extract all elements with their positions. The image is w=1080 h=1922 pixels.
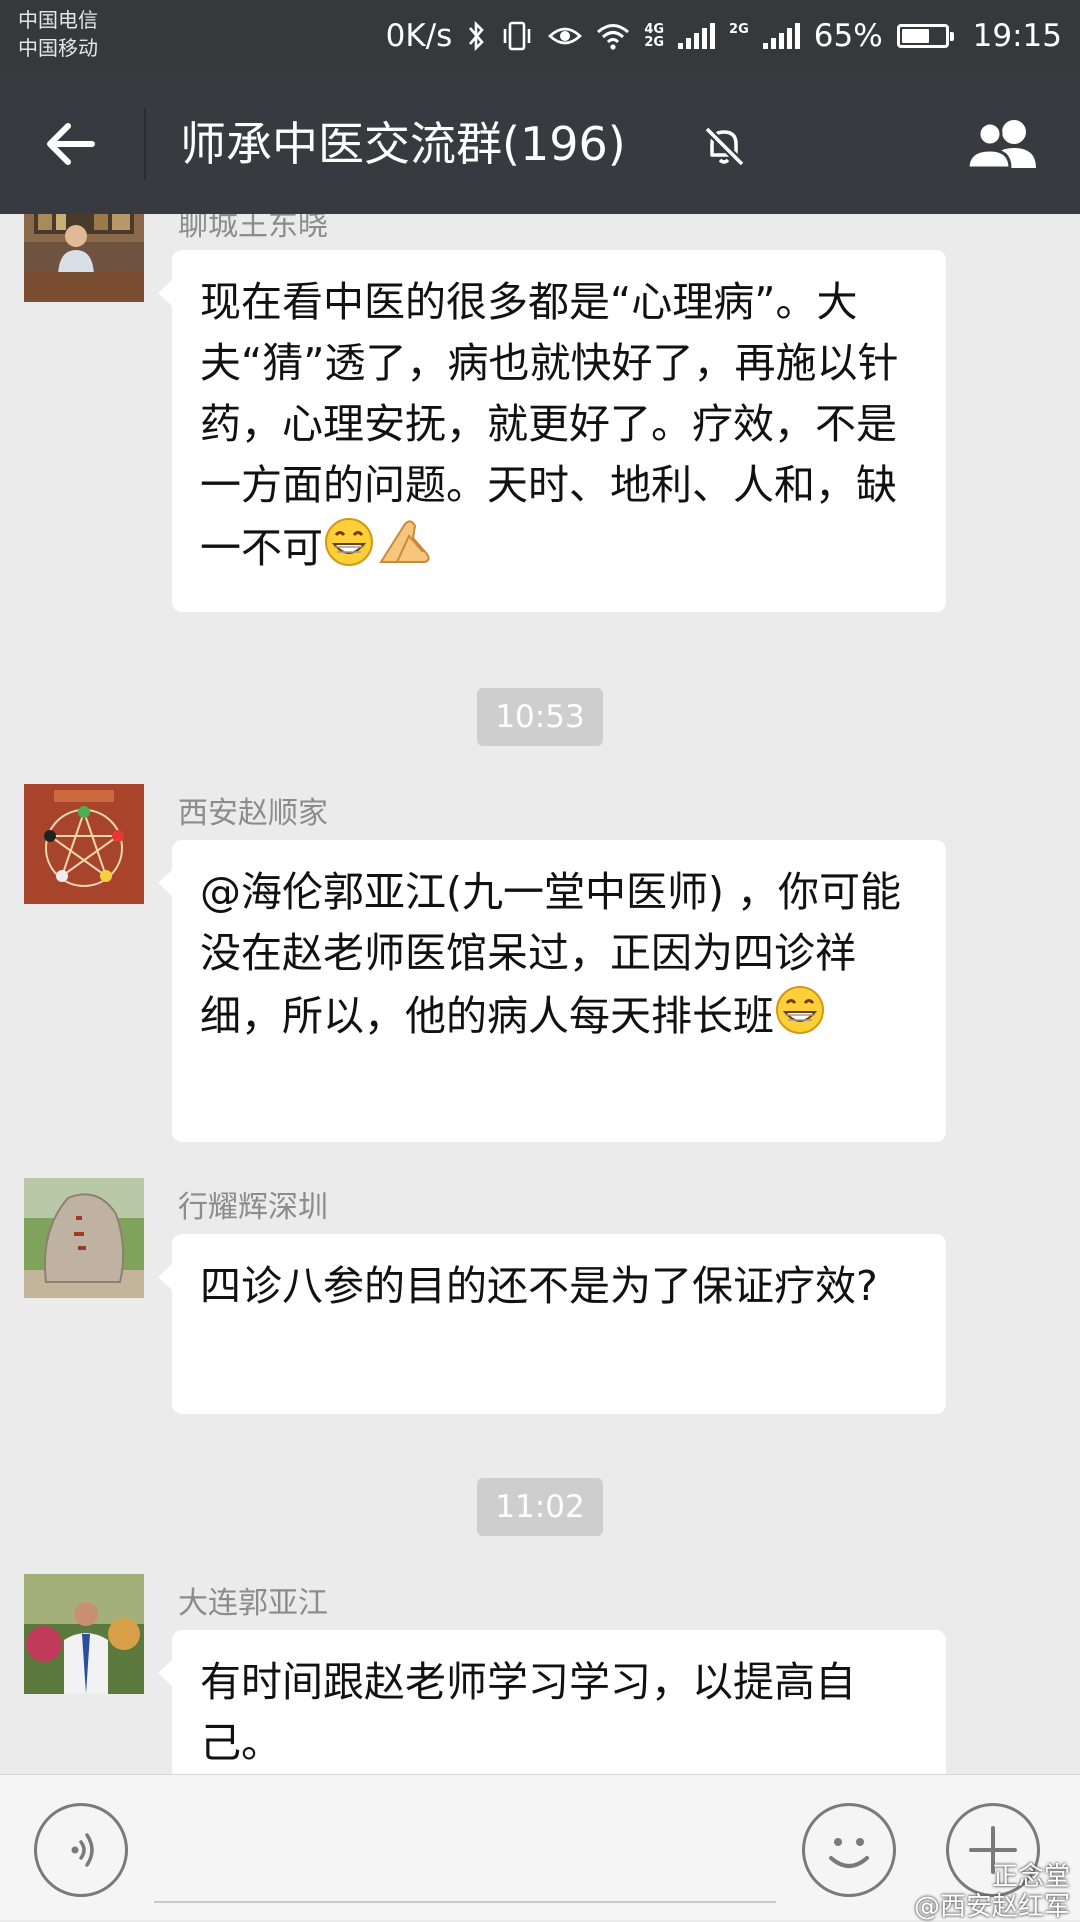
watermark-line-2: @西安赵红军: [913, 1892, 1070, 1922]
message-bubble[interactable]: 四诊八参的目的还不是为了保证疗效?: [158, 1234, 946, 1414]
arrow-left-icon: [47, 123, 95, 165]
grin-emoji: [774, 984, 826, 1053]
vibrate-icon: [504, 21, 531, 51]
avatar[interactable]: [24, 784, 144, 904]
carrier-2: 中国移动: [18, 36, 98, 60]
voice-input-button[interactable]: [34, 1803, 128, 1897]
carrier-1: 中国电信: [18, 8, 98, 32]
status-indicators: 0K/s 4G 2G 2G 65% 19:15: [386, 0, 1062, 72]
message-text: @海伦郭亚江(九一堂中医师) ，你可能没在赵老师医馆呆过，正因为四诊祥细，所以，…: [200, 862, 918, 1053]
sender-name: 行耀辉深圳: [178, 1190, 328, 1225]
praying-hands-emoji: [375, 516, 435, 585]
battery-icon: [896, 24, 954, 48]
signal-icon-2: [762, 23, 800, 49]
network-type-2: 2G: [729, 22, 749, 37]
battery-level-fill: [901, 29, 929, 43]
net-speed: 0K/s: [385, 18, 453, 54]
back-button[interactable]: [36, 112, 110, 176]
bell-muted-icon: [702, 124, 746, 168]
message-bubble[interactable]: 现在看中医的很多都是“心理病”。大夫“猜”透了，病也就快好了，再施以针药，心理安…: [158, 250, 946, 612]
avatar[interactable]: [24, 1574, 144, 1694]
message-bubble[interactable]: 有时间跟赵老师学习学习，以提高自己。: [158, 1630, 946, 1774]
bluetooth-icon: [469, 20, 485, 52]
time-divider: 10:53: [477, 688, 603, 746]
battery-percent: 65%: [813, 18, 883, 54]
title-divider: [144, 108, 146, 180]
wifi-icon: [597, 24, 630, 50]
sender-name: 聊城王东晓: [178, 214, 328, 243]
message-input[interactable]: [154, 1803, 776, 1899]
watermark: 正念堂 @西安赵红军: [914, 1862, 1070, 1922]
signal-icon-1: [678, 23, 716, 49]
avatar[interactable]: [24, 214, 144, 302]
carrier-info: 中国电信 中国移动: [18, 6, 98, 62]
grin-emoji: [323, 516, 375, 585]
status-bar: 中国电信 中国移动 0K/s 4G 2G 2G 65% 19:15: [0, 0, 1080, 72]
voice-input-icon: [71, 1833, 94, 1867]
input-underline: [154, 1901, 776, 1903]
clock: 19:15: [972, 18, 1062, 54]
message-bubble[interactable]: @海伦郭亚江(九一堂中医师) ，你可能没在赵老师医馆呆过，正因为四诊祥细，所以，…: [158, 840, 946, 1142]
chat-message-list[interactable]: 聊城王东晓 现在看中医的很多都是“心理病”。大夫“猜”透了，病也就快好了，再施以…: [0, 214, 1080, 1774]
message-text: 四诊八参的目的还不是为了保证疗效?: [200, 1262, 878, 1310]
time-divider: 11:02: [477, 1478, 603, 1536]
sender-name: 大连郭亚江: [178, 1586, 328, 1621]
avatar[interactable]: [24, 1178, 144, 1298]
chat-title: 师承中医交流群(196): [180, 117, 626, 171]
group-members-icon: [966, 120, 1036, 170]
message-text: 有时间跟赵老师学习学习，以提高自己。: [200, 1658, 856, 1767]
eye-icon: [548, 27, 583, 45]
message-text: 现在看中医的很多都是“心理病”。大夫“猜”透了，病也就快好了，再施以针药，心理安…: [200, 272, 918, 585]
title-bar: 师承中医交流群(196): [0, 72, 1080, 214]
group-members-button[interactable]: [962, 112, 1044, 176]
watermark-line-1: 正念堂: [991, 1862, 1070, 1892]
network-type-1: 4G 2G: [644, 22, 665, 50]
emoji-button[interactable]: [802, 1803, 896, 1897]
emoji-icon: [829, 1838, 869, 1868]
sender-name: 西安赵顺家: [178, 796, 328, 831]
